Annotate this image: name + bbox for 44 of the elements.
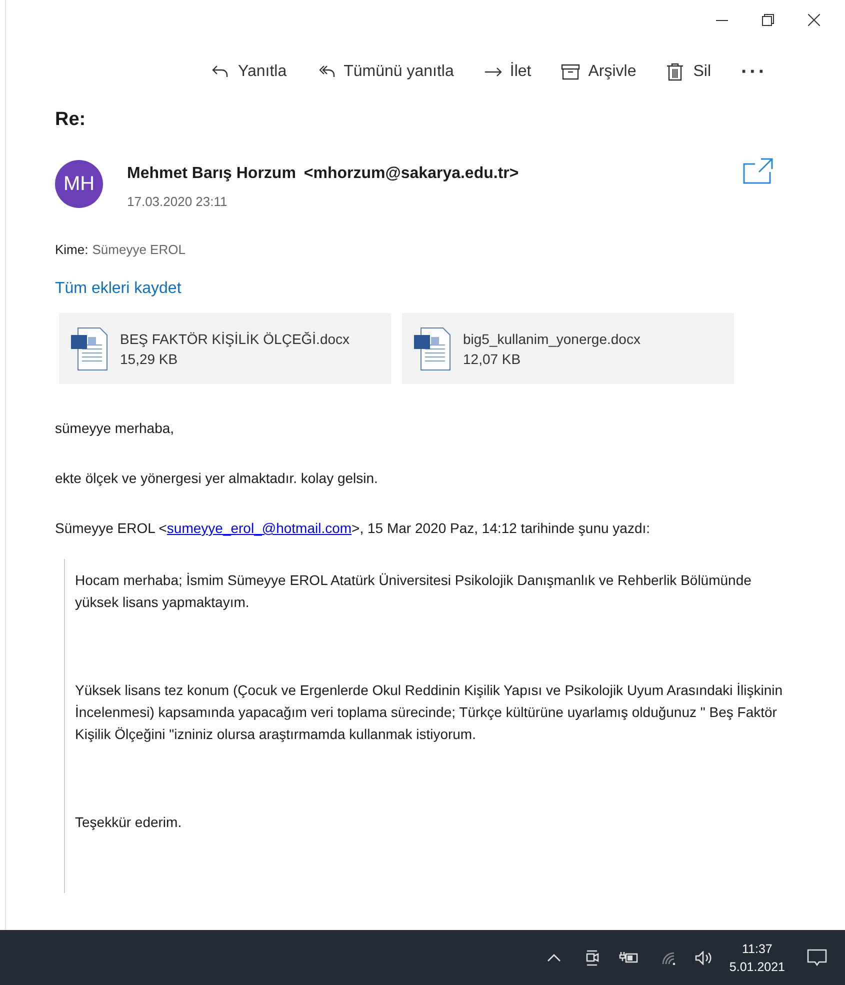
arrow-right-icon [484, 67, 502, 77]
avatar: MH [55, 160, 103, 208]
body-paragraph: ekte ölçek ve yönergesi yer almaktadır. kolay gelsin. [55, 469, 379, 488]
pop-out-icon[interactable] [743, 158, 773, 184]
reply-button[interactable]: Yanıtla [210, 60, 287, 84]
restore-icon[interactable] [762, 14, 774, 26]
email-link[interactable]: sumeyye_erol_@hotmail.com [166, 520, 352, 536]
chevron-up-icon[interactable] [547, 954, 562, 962]
forward-button[interactable]: İlet [484, 60, 532, 84]
quoted-paragraph: Hocam merhaba; İsmim Sümeyye EROL Atatürk Üniversitesi Psikolojik Danışmanlık ve Rehberlik Bölümünde yüksek lisans yapmaktayım. [75, 571, 752, 612]
wifi-icon[interactable] [661, 950, 678, 964]
quoted-paragraph: Yüksek lisans tez konum (Çocuk ve Ergenlerde Okul Reddinin Kişilik Yapısı ve Psikolojik Uyum Arasındaki İlişkinin İncelenmesi) kapsamında yapacağım veri toplama sürecinde; Türkçe kültürüne uyarlamış olduğunuz " Beş Faktör Kişilik Ölçeğini "izniniz olursa araştırmamda kullanmak istiyorum. [75, 681, 784, 744]
archive-button[interactable]: Arşivle [561, 60, 636, 84]
archive-box-icon [561, 63, 580, 81]
save-all-attachments-link[interactable]: Tüm ekleri kaydet [55, 277, 182, 301]
quoted-paragraph: Teşekkür ederim. [75, 813, 183, 832]
sender-name: Mehmet Barış Horzum [127, 164, 296, 184]
reply-all-button[interactable]: Tümünü yanıtla [316, 60, 454, 84]
message-date: 17.03.2020 23:11 [127, 193, 228, 211]
trash-icon [666, 63, 686, 81]
more-button[interactable]: ··· [741, 57, 767, 87]
delete-button[interactable]: Sil [666, 60, 712, 84]
camera-icon[interactable] [585, 950, 600, 966]
attachment-card[interactable]: BEŞ FAKTÖR KİŞİLİK ÖLÇEĞİ.docx 15,29 KB [59, 313, 391, 384]
message-subject: Re: [55, 108, 87, 132]
close-icon[interactable] [808, 14, 820, 26]
document-icon [413, 326, 451, 370]
notification-icon[interactable] [807, 948, 827, 966]
attachment-size: 15,29 KB [120, 350, 179, 368]
speaker-icon[interactable] [695, 950, 714, 964]
attachment-size: 12,07 KB [463, 350, 522, 368]
attachment-name: BEŞ FAKTÖR KİŞİLİK ÖLÇEĞİ.docx [120, 330, 350, 348]
clock[interactable]: 11:37 5.01.2021 [729, 940, 785, 976]
document-icon [70, 326, 108, 370]
recipient-name: Sümeyye EROL [92, 240, 186, 259]
body-paragraph: sümeyye merhaba, [55, 419, 176, 438]
clock-date: 5.01.2021 [729, 958, 785, 976]
quote-header: Sümeyye EROL <sumeyye_erol_@hotmail.com>, 15 Mar 2020 Paz, 14:12 tarihinde şunu yazdı: [55, 519, 652, 538]
battery-plug-icon[interactable] [619, 952, 640, 964]
attachment-card[interactable]: big5_kullanim_yonerge.docx 12,07 KB [402, 313, 734, 384]
clock-time: 11:37 [742, 940, 772, 958]
recipient-label: Kime: [55, 240, 88, 258]
sender-email: <mhorzum@sakarya.edu.tr> [304, 164, 519, 184]
attachment-name: big5_kullanim_yonerge.docx [463, 330, 640, 348]
